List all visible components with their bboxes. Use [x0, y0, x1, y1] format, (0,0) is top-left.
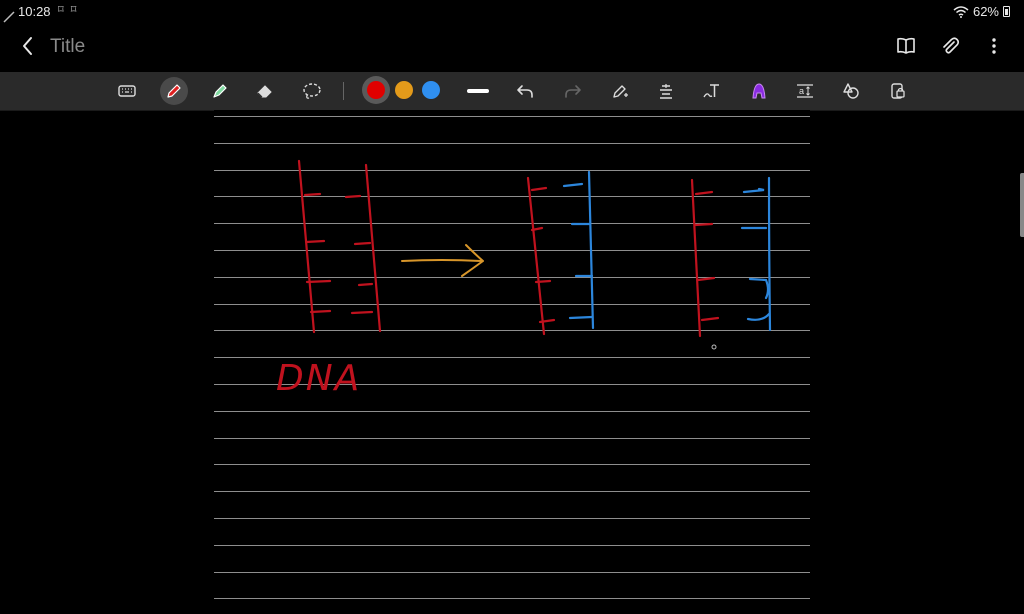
shapes-button[interactable] — [837, 77, 865, 105]
undo-button[interactable] — [511, 77, 539, 105]
highlighter-icon — [213, 84, 227, 98]
eraser-button[interactable] — [251, 77, 279, 105]
pen-tool-button[interactable] — [160, 77, 188, 105]
svg-text:a: a — [799, 86, 804, 96]
title-bar: Title — [0, 24, 1024, 72]
drawing-toolbar: a — [0, 72, 1024, 111]
handwriting-to-text-button[interactable] — [698, 77, 726, 105]
pen-thickness-button[interactable] — [467, 89, 489, 93]
lasso-icon — [303, 83, 321, 99]
pen-icon — [3, 11, 15, 23]
lasso-button[interactable] — [298, 77, 326, 105]
back-button[interactable] — [16, 34, 40, 58]
highlighter-button[interactable] — [206, 77, 234, 105]
more-options-button[interactable] — [982, 34, 1006, 58]
pen-settings-button[interactable] — [606, 77, 634, 105]
lock-icon — [891, 83, 905, 99]
redo-icon — [565, 85, 581, 98]
daughter-dna-2 — [690, 176, 772, 338]
eraser-icon — [257, 85, 272, 98]
notification-icons: ⌑ ⌑ — [58, 4, 79, 16]
status-time: 10:28 — [18, 4, 51, 19]
battery-level: 62% — [972, 4, 999, 19]
keyboard-icon — [118, 85, 136, 97]
wifi-icon — [953, 5, 969, 18]
color-swatch-blue[interactable] — [422, 81, 440, 99]
more-vertical-icon — [992, 38, 996, 54]
pen-plus-icon — [613, 85, 628, 98]
letter-a-icon — [752, 83, 766, 99]
toolbar-divider — [343, 82, 344, 100]
color-swatch-red[interactable] — [367, 81, 385, 99]
handwritten-label-dna: DNA — [276, 358, 362, 399]
keyboard-button[interactable] — [113, 77, 141, 105]
text-align-button[interactable] — [652, 77, 680, 105]
note-page[interactable]: DNA — [214, 110, 810, 614]
page-scroll-handle[interactable] — [1020, 173, 1024, 237]
paperclip-icon — [943, 37, 960, 54]
lock-button[interactable] — [884, 77, 912, 105]
color-swatch-orange[interactable] — [395, 81, 413, 99]
daughter-dna-1 — [526, 170, 595, 336]
attach-button[interactable] — [938, 34, 962, 58]
text-box-button[interactable]: a — [791, 77, 819, 105]
undo-icon — [517, 85, 533, 98]
book-view-button[interactable] — [894, 34, 918, 58]
text-align-icon — [660, 84, 672, 99]
status-bar: 10:28 ⌑ ⌑ 62% — [0, 0, 1024, 24]
dna-double-strand — [297, 159, 382, 334]
open-book-icon — [897, 37, 915, 54]
pen-icon — [167, 84, 181, 98]
status-right: 62% — [953, 4, 1010, 19]
text-box-icon: a — [797, 84, 813, 98]
handwriting-text-icon — [703, 84, 719, 98]
shapes-icon — [843, 83, 859, 99]
page-title[interactable]: Title — [50, 36, 85, 58]
battery-icon — [1003, 6, 1010, 17]
title-bar-actions — [894, 34, 1006, 58]
replication-arrow — [401, 244, 484, 277]
stray-dot — [711, 344, 717, 350]
style-button[interactable] — [745, 77, 773, 105]
redo-button[interactable] — [559, 77, 587, 105]
